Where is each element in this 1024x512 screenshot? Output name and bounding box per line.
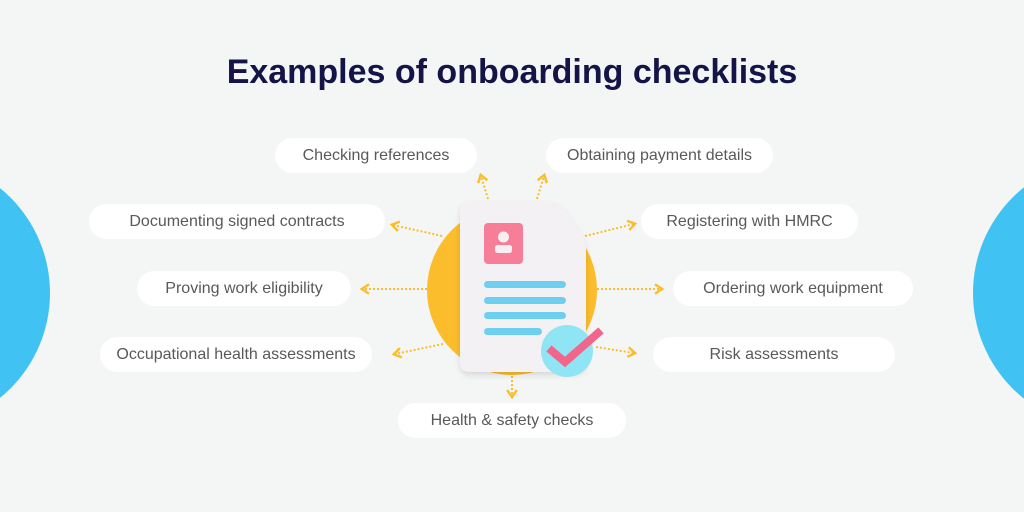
text-line-3 [484, 312, 566, 319]
item-label: Ordering work equipment [703, 279, 883, 297]
item-documenting-signed-contracts: Documenting signed contracts [89, 204, 385, 239]
avatar-card-icon [484, 223, 523, 264]
arrow-to-documenting-signed-contracts [389, 220, 443, 237]
arrow-to-occupational-health-assessments [391, 343, 444, 359]
item-label: Documenting signed contracts [129, 212, 345, 230]
item-label: Obtaining payment details [567, 146, 752, 164]
item-label: Registering with HMRC [666, 212, 833, 230]
arrow-to-obtaining-payment-details [536, 172, 548, 200]
item-ordering-work-equipment: Ordering work equipment [673, 271, 913, 306]
item-label: Risk assessments [709, 345, 839, 363]
checkmark-badge-icon [541, 325, 604, 377]
avatar-head [498, 231, 509, 243]
item-obtaining-payment-details: Obtaining payment details [546, 138, 773, 173]
item-checking-references: Checking references [275, 138, 477, 173]
text-line-1 [484, 281, 566, 288]
item-risk-assessments: Risk assessments [653, 337, 895, 372]
text-line-4 [484, 328, 542, 335]
item-health-safety-checks: Health & safety checks [398, 403, 626, 438]
arrow-to-registering-with-hmrc [584, 219, 638, 237]
item-occupational-health-assessments: Occupational health assessments [100, 337, 372, 372]
item-registering-with-hmrc: Registering with HMRC [641, 204, 858, 239]
text-line-2 [484, 297, 566, 304]
avatar-body [495, 245, 512, 253]
item-label: Health & safety checks [430, 411, 594, 429]
item-proving-work-eligibility: Proving work eligibility [137, 271, 351, 306]
item-label: Checking references [302, 146, 450, 164]
arrow-to-risk-assessments [595, 346, 638, 358]
item-label: Proving work eligibility [165, 279, 323, 297]
arrow-to-checking-references [477, 172, 489, 200]
item-label: Occupational health assessments [116, 345, 356, 363]
